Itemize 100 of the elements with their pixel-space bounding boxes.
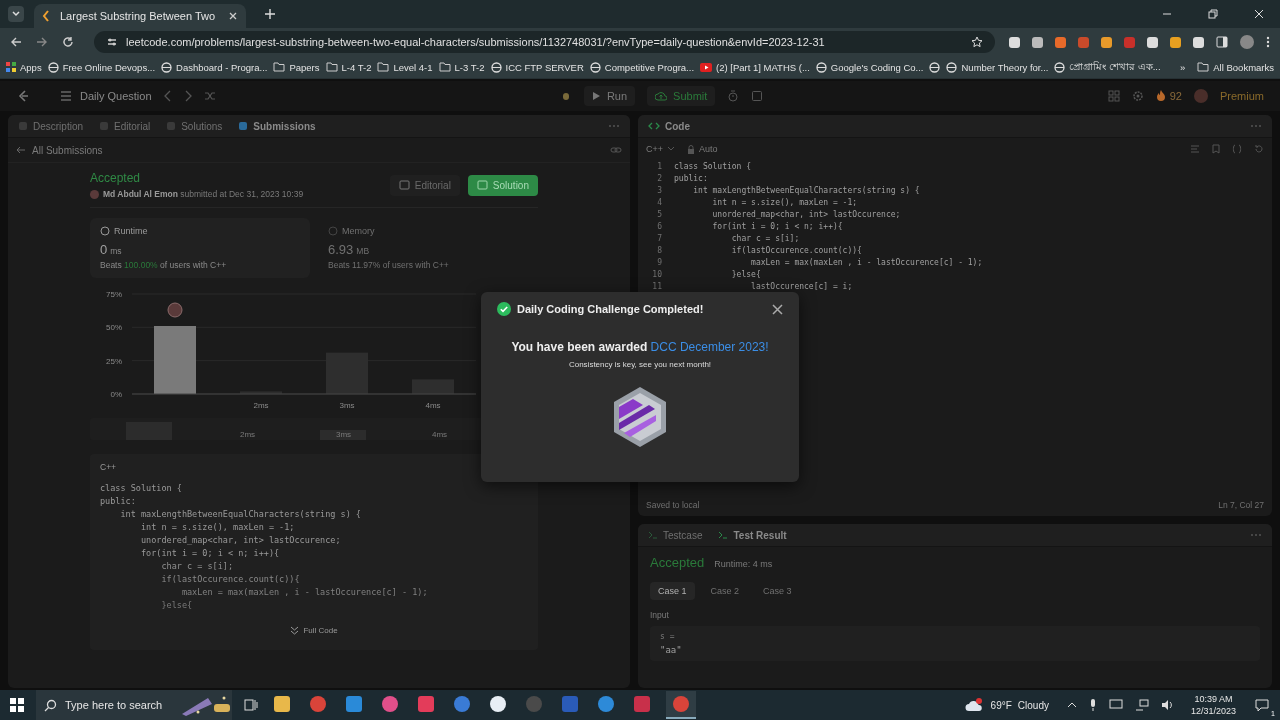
bookmark[interactable]: Papers [273,61,320,73]
edit-icon [476,180,488,190]
bookmark[interactable]: (2) [Part 1] MATHS (... [700,61,810,73]
close-icon[interactable] [228,11,238,21]
bookmark[interactable]: Level 4-1 [377,61,433,73]
extension-icon[interactable] [1009,36,1020,48]
list-icon[interactable] [60,90,72,102]
code-line: public: [100,495,137,508]
full-code-button[interactable]: Full Code [100,626,528,635]
clock[interactable]: 10:39 AM 12/31/2023 [1190,693,1236,717]
browser-tab[interactable]: Largest Substring Between Two [34,4,246,28]
panel-tab[interactable]: Test Result [718,529,787,541]
metric-unit: MB [356,246,370,256]
bookmark[interactable]: L-4 T-2 [325,61,372,73]
link-icon[interactable] [610,145,622,155]
language-select[interactable]: C++ [646,144,675,154]
chevron-up-icon[interactable] [1066,701,1077,709]
speaker-icon[interactable] [1160,699,1175,711]
extension-icon[interactable] [1032,36,1043,48]
bookmark[interactable]: ICC FTP SERVER [490,61,584,73]
language-label: C++ [100,462,118,472]
code-line: for(int i = 0; i < n; i++){ [711,221,843,231]
panel-tab[interactable]: Submissions [238,120,316,132]
award-link[interactable]: DCC December 2023! [650,340,769,354]
settings-icon[interactable] [1131,90,1144,102]
check-icon [497,302,511,316]
site-info-icon[interactable] [106,36,118,48]
bookmark[interactable]: Google's Coding Co... [815,61,924,73]
runtime-text: Runtime: 4 ms [714,559,773,569]
braces-icon[interactable] [1232,144,1242,154]
close-icon[interactable] [772,303,783,315]
extension-icon[interactable] [1101,36,1112,48]
metric-card[interactable]: Runtime 0 ms Beats 100.00% of users with C++ [90,218,310,278]
bookmark[interactable]: Competitive Progra... [589,61,695,73]
restore-icon[interactable] [1208,9,1218,19]
parameter-value: "aa" [660,645,683,655]
bookmark[interactable]: প্রোগ্রামিং শেখার এক... [1054,59,1161,75]
start-icon[interactable] [10,698,24,712]
globe-icon [946,61,958,73]
code-line: int n = s.size(), maxLen = -1; [139,521,296,534]
submission-info: Md Abdul Al Emon submitted at Dec 31, 2023 10:39 [103,189,304,199]
terminal-icon [718,530,729,540]
metric-card[interactable]: Memory 6.93 MB Beats 11.97% of users with C++ [318,218,538,278]
next-icon[interactable] [183,90,192,102]
back-icon[interactable] [10,36,22,48]
timer-icon[interactable] [727,90,740,102]
bookmark[interactable]: Dashboard - Progra... [161,61,268,73]
reload-icon[interactable] [62,36,74,48]
new-tab-icon[interactable] [264,8,276,20]
extension-icon[interactable] [1055,36,1066,48]
search-field[interactable]: Type here to search [36,690,232,720]
microphone-icon[interactable] [1088,698,1097,712]
weather-widget[interactable]: 69°F Cloudy [964,698,1049,712]
code-line: lastOccurence[c] = i; [750,281,853,291]
bookmark[interactable] [929,61,941,73]
monitor-icon[interactable] [1108,699,1123,711]
more-icon[interactable] [1266,36,1270,48]
browser-icon[interactable] [666,691,696,719]
run-button[interactable]: Run [583,86,636,106]
star-icon[interactable] [971,36,983,48]
premium-link[interactable]: Premium [1220,90,1264,102]
network-icon[interactable] [1134,699,1149,711]
beats-text: Beats 11.97% of users with C++ [328,260,450,270]
shuffle-icon[interactable] [203,90,216,102]
extension-icon[interactable] [1193,36,1204,48]
bookmark[interactable]: L-3 T-2 [438,61,485,73]
all-submissions-link[interactable]: All Submissions [16,144,103,156]
bookmark[interactable]: Free Online Devops... [47,61,156,73]
more-bookmarks[interactable]: » [1180,61,1186,73]
status-text: Accepted [90,171,142,185]
dialog-subtitle: Consistency is key, see you next month! [568,360,712,369]
line-number: 6 [656,221,662,231]
task-view-icon[interactable] [244,698,258,712]
mode-toggle[interactable]: Auto [687,144,718,154]
tab-list-icon[interactable] [8,6,24,22]
profile-avatar[interactable] [1240,35,1254,49]
tab-icon [238,121,249,131]
streak-counter[interactable]: 92 [1155,90,1182,102]
extension-icon[interactable] [1147,36,1158,48]
case-tab[interactable]: Case 2 [702,582,748,600]
bookmark[interactable]: All Bookmarks [1197,61,1274,73]
address-bar[interactable]: leetcode.com/problems/largest-substring-between-two-equal-characters/submissions/1132748031/?envType=daily-question&envId=2023-12-31 [94,31,995,53]
parameter-name: s = [660,632,676,641]
previous-icon[interactable] [163,90,172,102]
tab-icon [166,121,177,131]
logo-icon[interactable] [16,89,30,103]
metric-value: 6.93 [328,242,354,257]
problem-list-title[interactable]: Daily Question [80,90,152,102]
overview-label: 2ms [240,430,256,439]
case-tab[interactable]: Case 1 [650,582,695,600]
extension-icon[interactable] [1170,36,1181,48]
bookmark[interactable]: Apps [6,61,42,73]
code-line: int n = s.size(), maxLen = -1; [711,197,858,207]
side-panel-icon[interactable] [1216,36,1228,48]
bookmark[interactable]: Number Theory for... [946,61,1049,73]
axis-label: 3ms [339,401,355,410]
terminal-icon [648,530,658,540]
notes-icon[interactable] [751,90,764,102]
forward-icon[interactable] [36,36,48,48]
case-tab[interactable]: Case 3 [755,582,800,600]
